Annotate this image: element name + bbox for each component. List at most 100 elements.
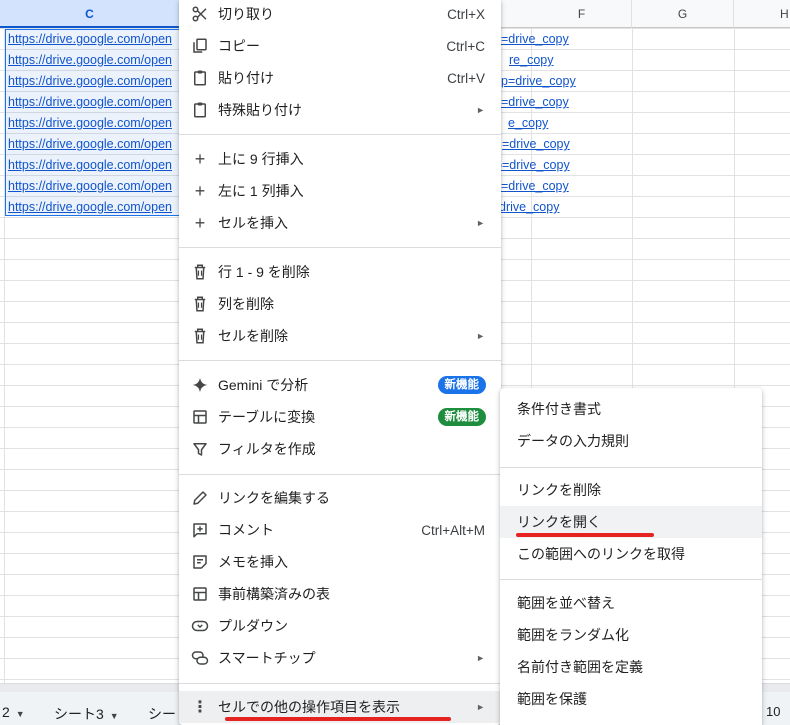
sheet-tab-2[interactable]: 2 ▼ [2, 704, 25, 720]
cell-link-c5[interactable]: https://drive.google.com/open [8, 113, 180, 134]
cell-link-c3[interactable]: https://drive.google.com/open [8, 71, 180, 92]
menu-item-label: プルダウン [218, 618, 288, 634]
note-icon [191, 553, 209, 571]
menu-item-delete-rows[interactable]: 行 1 - 9 を削除 [179, 256, 501, 288]
menu-item-cut[interactable]: 切り取り Ctrl+X [179, 0, 501, 30]
caret-down-icon[interactable]: ▼ [16, 709, 25, 719]
submenu-item-sort-range[interactable]: 範囲を並べ替え [500, 587, 762, 619]
submenu-arrow-icon: ► [476, 702, 485, 712]
menu-item-label: 左に 1 列挿入 [218, 183, 304, 199]
submenu-item-label: 名前付き範囲を定義 [517, 659, 643, 675]
submenu-item-conditional-format[interactable]: 条件付き書式 [500, 393, 762, 425]
submenu-item-randomize-range[interactable]: 範囲をランダム化 [500, 619, 762, 651]
add-comment-icon [191, 521, 209, 539]
menu-item-label: スマートチップ [218, 650, 316, 666]
menu-item-delete-cells[interactable]: セルを削除 ► [179, 320, 501, 352]
shortcut-text: Ctrl+Alt+M [421, 522, 485, 538]
menu-item-create-filter[interactable]: フィルタを作成 [179, 433, 501, 465]
menu-item-paste-special[interactable]: 特殊貼り付け ► [179, 94, 501, 126]
menu-item-insert-note[interactable]: メモを挿入 [179, 546, 501, 578]
menu-item-insert-cells[interactable]: + セルを挿入 ► [179, 207, 501, 239]
menu-item-delete-column[interactable]: 列を削除 [179, 288, 501, 320]
submenu-item-data-validation[interactable]: データの入力規則 [500, 425, 762, 457]
menu-item-insert-column[interactable]: + 左に 1 列挿入 [179, 175, 501, 207]
menu-item-label: 行 1 - 9 を削除 [218, 264, 310, 280]
sheet-tab-label: 2 [2, 704, 10, 720]
cell-link-e6[interactable]: =drive_copy [502, 134, 632, 155]
cell-link-c8[interactable]: https://drive.google.com/open [8, 176, 180, 197]
cell-link-e9[interactable]: drive_copy [499, 197, 629, 218]
menu-item-label: コメント [218, 522, 274, 538]
cell-link-e1[interactable]: =drive_copy [501, 29, 631, 50]
sheet-tab-4[interactable]: シー [148, 704, 176, 724]
menu-item-label: メモを挿入 [218, 554, 288, 570]
column-header-g[interactable]: G [632, 0, 734, 28]
more-cell-actions-submenu: 条件付き書式 データの入力規則 リンクを削除 リンクを開く この範囲へのリンクを… [500, 388, 762, 725]
submenu-item-remove-link[interactable]: リンクを削除 [500, 474, 762, 506]
submenu-item-define-named-range[interactable]: 名前付き範囲を定義 [500, 651, 762, 683]
menu-divider [179, 474, 501, 475]
column-header-h[interactable]: H [734, 0, 790, 28]
menu-item-convert-to-table[interactable]: テーブルに変換 新機能 [179, 401, 501, 433]
menu-item-label: フィルタを作成 [218, 441, 316, 457]
submenu-item-label: 範囲を並べ替え [517, 595, 615, 611]
sparkle-icon [191, 376, 209, 394]
cell-link-c6[interactable]: https://drive.google.com/open [8, 134, 180, 155]
clipboard-icon [191, 101, 209, 119]
menu-item-insert-rows[interactable]: + 上に 9 行挿入 [179, 143, 501, 175]
menu-item-dropdown[interactable]: プルダウン [179, 610, 501, 642]
submenu-item-label: 条件付き書式 [517, 401, 601, 417]
new-feature-badge: 新機能 [437, 376, 486, 394]
trash-icon [191, 263, 209, 281]
menu-item-copy[interactable]: コピー Ctrl+C [179, 30, 501, 62]
menu-item-smart-chips[interactable]: スマートチップ ► [179, 642, 501, 674]
menu-item-prebuilt-table[interactable]: 事前構築済みの表 [179, 578, 501, 610]
cell-link-c4[interactable]: https://drive.google.com/open [8, 92, 180, 113]
submenu-item-protect-range[interactable]: 範囲を保護 [500, 683, 762, 715]
cell-link-e2[interactable]: re_copy [509, 50, 639, 71]
menu-item-label: 上に 9 行挿入 [218, 151, 304, 167]
sheet-tab-label: シー [148, 706, 176, 722]
submenu-item-label: この範囲へのリンクを取得 [517, 546, 685, 562]
menu-item-label: セルでの他の操作項目を表示 [218, 699, 400, 715]
menu-item-label: 特殊貼り付け [218, 102, 302, 118]
table-icon [191, 408, 209, 426]
menu-item-gemini-analyze[interactable]: Gemini で分析 新機能 [179, 369, 501, 401]
cell-context-menu: 切り取り Ctrl+X コピー Ctrl+C 貼り付け Ctrl+V 特殊貼り付… [179, 0, 501, 725]
menu-item-label: Gemini で分析 [218, 377, 309, 393]
submenu-item-get-range-link[interactable]: この範囲へのリンクを取得 [500, 538, 762, 570]
column-header-f[interactable]: F [532, 0, 632, 28]
menu-divider [179, 247, 501, 248]
menu-item-edit-link[interactable]: リンクを編集する [179, 482, 501, 514]
filter-icon [191, 440, 209, 458]
cell-link-e3[interactable]: p=drive_copy [501, 71, 631, 92]
column-header-c[interactable]: C [0, 0, 180, 28]
scissors-icon [191, 5, 209, 23]
smart-chip-icon [191, 649, 209, 667]
cell-link-e8[interactable]: =drive_copy [501, 176, 631, 197]
cell-link-c2[interactable]: https://drive.google.com/open [8, 50, 180, 71]
cell-link-e7[interactable]: p=drive_copy [495, 155, 625, 176]
new-feature-badge: 新機能 [437, 408, 486, 426]
shortcut-text: Ctrl+X [447, 6, 485, 22]
menu-item-label: 列を削除 [218, 296, 274, 312]
more-vert-icon: ⋮ [192, 699, 208, 716]
cell-link-c1[interactable]: https://drive.google.com/open [8, 29, 180, 50]
submenu-arrow-icon: ► [476, 331, 485, 341]
shortcut-text: Ctrl+V [447, 70, 485, 86]
trash-icon [191, 327, 209, 345]
menu-item-label: セルを挿入 [218, 215, 288, 231]
trash-icon [191, 295, 209, 313]
cell-link-c9[interactable]: https://drive.google.com/open [8, 197, 180, 218]
menu-divider [179, 683, 501, 684]
sheet-tab-3[interactable]: シート3 ▼ [54, 704, 119, 724]
plus-icon: + [194, 212, 206, 233]
cell-link-e5[interactable]: e_copy [508, 113, 638, 134]
menu-divider [179, 134, 501, 135]
menu-item-comment[interactable]: コメント Ctrl+Alt+M [179, 514, 501, 546]
red-underline-open-link [516, 533, 654, 537]
cell-link-e4[interactable]: =drive_copy [501, 92, 631, 113]
caret-down-icon[interactable]: ▼ [110, 711, 119, 721]
menu-item-paste[interactable]: 貼り付け Ctrl+V [179, 62, 501, 94]
cell-link-c7[interactable]: https://drive.google.com/open [8, 155, 180, 176]
